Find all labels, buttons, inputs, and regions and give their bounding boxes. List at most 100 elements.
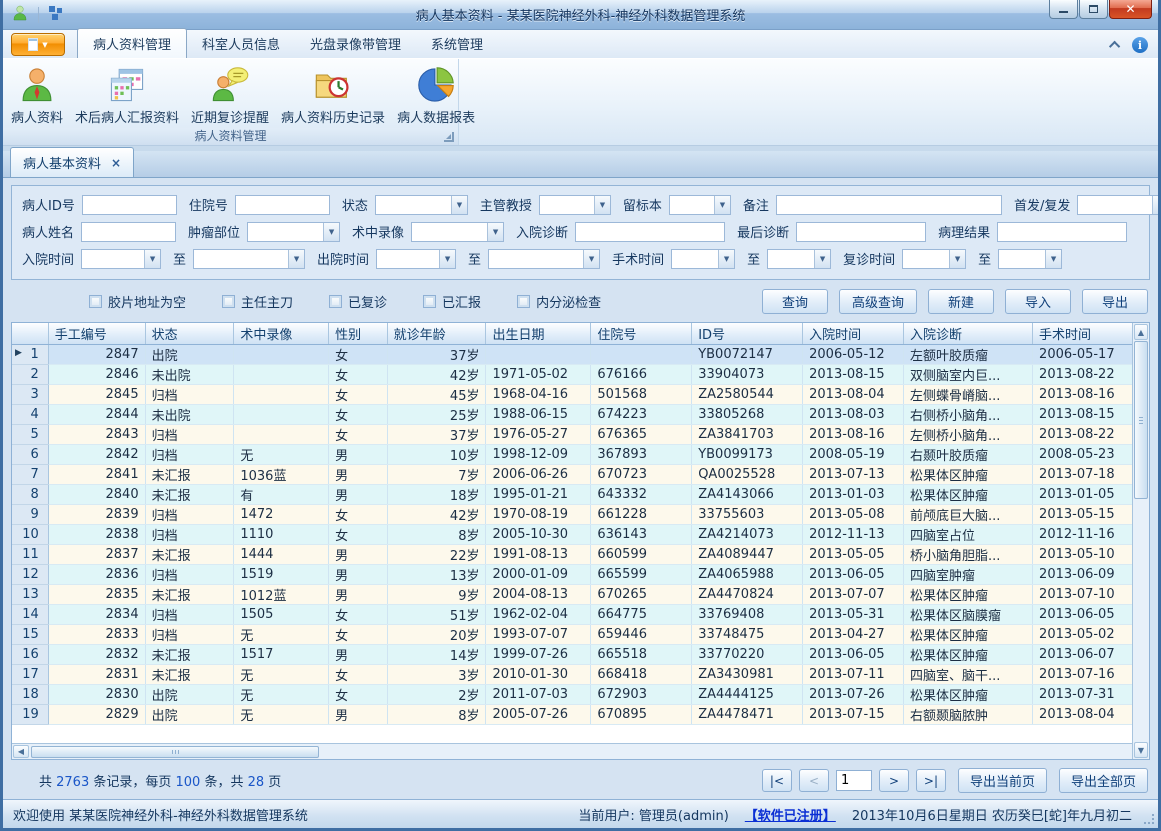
grid-cell[interactable]: 归档 bbox=[145, 384, 234, 404]
grid-cell[interactable]: 2830 bbox=[48, 684, 145, 704]
grid-cell[interactable]: 33904073 bbox=[692, 364, 803, 384]
grid-cell[interactable]: 2832 bbox=[48, 644, 145, 664]
grid-cell[interactable]: 2840 bbox=[48, 484, 145, 504]
grid-cell[interactable]: 42岁 bbox=[387, 364, 486, 384]
grid-cell[interactable]: 1995-01-21 bbox=[486, 484, 591, 504]
first-page-button[interactable]: |< bbox=[762, 769, 792, 792]
filter-input[interactable] bbox=[796, 222, 926, 242]
filter-combo[interactable]: ▼ bbox=[375, 195, 468, 215]
checkbox-box[interactable] bbox=[423, 295, 436, 308]
grid-cell[interactable]: 2833 bbox=[48, 624, 145, 644]
grid-cell[interactable]: 670723 bbox=[591, 464, 692, 484]
grid-cell[interactable]: 2013-07-11 bbox=[803, 664, 904, 684]
grid-cell[interactable]: 8岁 bbox=[387, 524, 486, 544]
advanced-query-button[interactable]: 高级查询 bbox=[839, 289, 917, 314]
filter-combo[interactable]: ▼ bbox=[193, 249, 305, 269]
grid-cell[interactable]: 643332 bbox=[591, 484, 692, 504]
export-button[interactable]: 导出 bbox=[1082, 289, 1148, 314]
grid-cell[interactable]: 2013-08-16 bbox=[1033, 384, 1132, 404]
grid-cell[interactable] bbox=[234, 344, 329, 364]
table-row[interactable]: 162832未汇报1517男14岁1999-07-266655183377022… bbox=[12, 644, 1132, 664]
grid-cell[interactable]: 松果体区肿瘤 bbox=[903, 644, 1032, 664]
grid-cell[interactable]: 2013-07-26 bbox=[803, 684, 904, 704]
grid-cell[interactable]: 2013-07-15 bbox=[803, 704, 904, 724]
grid-cell[interactable]: 松果体区肿瘤 bbox=[903, 624, 1032, 644]
grid-cell[interactable]: 松果体区肿瘤 bbox=[903, 684, 1032, 704]
grid-cell[interactable]: 2013-05-02 bbox=[1033, 624, 1132, 644]
grid-cell[interactable]: 2829 bbox=[48, 704, 145, 724]
grid-cell[interactable]: 2844 bbox=[48, 404, 145, 424]
scroll-down-icon[interactable]: ▼ bbox=[1134, 742, 1148, 758]
grid-cell[interactable]: 2845 bbox=[48, 384, 145, 404]
layout-grid-icon[interactable] bbox=[48, 5, 64, 25]
column-header-6[interactable]: 出生日期 bbox=[486, 323, 591, 344]
grid-cell[interactable]: 2013-07-07 bbox=[803, 584, 904, 604]
tab-patient-basic-info[interactable]: 病人基本资料 × bbox=[10, 147, 134, 177]
grid-cell[interactable]: 659446 bbox=[591, 624, 692, 644]
grid-cell[interactable]: 四脑室、脑干... bbox=[903, 664, 1032, 684]
column-header-7[interactable]: 住院号 bbox=[591, 323, 692, 344]
grid-cell[interactable]: 1036蓝 bbox=[234, 464, 329, 484]
column-header-9[interactable]: 入院时间 bbox=[803, 323, 904, 344]
grid-cell[interactable]: 42岁 bbox=[387, 504, 486, 524]
grid-cell[interactable]: 1962-02-04 bbox=[486, 604, 591, 624]
filter-combo[interactable]: ▼ bbox=[669, 195, 731, 215]
table-row[interactable]: 182830出院无女2岁2011-07-03672903ZA4444125201… bbox=[12, 684, 1132, 704]
filter-combo[interactable]: ▼ bbox=[539, 195, 611, 215]
grid-cell[interactable] bbox=[591, 344, 692, 364]
grid-cell[interactable]: 未汇报 bbox=[145, 644, 234, 664]
dropdown-arrow-icon[interactable]: ▼ bbox=[487, 223, 503, 241]
dropdown-arrow-icon[interactable]: ▼ bbox=[718, 250, 734, 268]
grid-cell[interactable]: 松果体区肿瘤 bbox=[903, 464, 1032, 484]
checkbox-1[interactable]: 主任主刀 bbox=[222, 292, 293, 311]
grid-cell[interactable]: 1999-07-26 bbox=[486, 644, 591, 664]
grid-cell[interactable]: 无 bbox=[234, 444, 329, 464]
grid-cell[interactable]: 672903 bbox=[591, 684, 692, 704]
grid-cell[interactable]: 1988-06-15 bbox=[486, 404, 591, 424]
grid-cell[interactable]: 37岁 bbox=[387, 424, 486, 444]
grid-cell[interactable]: 10岁 bbox=[387, 444, 486, 464]
dropdown-arrow-icon[interactable]: ▼ bbox=[583, 250, 599, 268]
grid-cell[interactable]: 20岁 bbox=[387, 624, 486, 644]
grid-cell[interactable]: 2013-08-22 bbox=[1033, 364, 1132, 384]
dropdown-arrow-icon[interactable]: ▼ bbox=[1152, 196, 1161, 214]
dropdown-arrow-icon[interactable]: ▼ bbox=[439, 250, 455, 268]
grid-cell[interactable]: 男 bbox=[329, 584, 387, 604]
grid-cell[interactable]: 2岁 bbox=[387, 684, 486, 704]
filter-combo[interactable]: ▼ bbox=[411, 222, 504, 242]
dropdown-arrow-icon[interactable]: ▼ bbox=[288, 250, 304, 268]
filter-combo[interactable]: ▼ bbox=[376, 249, 456, 269]
grid-cell[interactable]: 松果体区肿瘤 bbox=[903, 584, 1032, 604]
dropdown-arrow-icon[interactable]: ▼ bbox=[714, 196, 730, 214]
grid-cell[interactable]: 13岁 bbox=[387, 564, 486, 584]
grid-cell[interactable]: 男 bbox=[329, 544, 387, 564]
grid-cell[interactable]: 四脑室肿瘤 bbox=[903, 564, 1032, 584]
grid-cell[interactable]: 3岁 bbox=[387, 664, 486, 684]
grid-cell[interactable]: 636143 bbox=[591, 524, 692, 544]
grid-cell[interactable]: 14岁 bbox=[387, 644, 486, 664]
grid-cell[interactable]: 2838 bbox=[48, 524, 145, 544]
grid-cell[interactable]: 男 bbox=[329, 464, 387, 484]
grid-cell[interactable]: ZA4470824 bbox=[692, 584, 803, 604]
grid-cell[interactable]: 出院 bbox=[145, 684, 234, 704]
filter-combo[interactable]: ▼ bbox=[488, 249, 600, 269]
column-header-1[interactable]: 手工编号 bbox=[48, 323, 145, 344]
vertical-scroll-thumb[interactable] bbox=[1134, 341, 1148, 499]
grid-cell[interactable]: 女 bbox=[329, 524, 387, 544]
grid-cell[interactable] bbox=[234, 364, 329, 384]
grid-cell[interactable]: 2836 bbox=[48, 564, 145, 584]
grid-cell[interactable]: 出院 bbox=[145, 704, 234, 724]
grid-cell[interactable]: 2847 bbox=[48, 344, 145, 364]
checkbox-box[interactable] bbox=[89, 295, 102, 308]
filter-input[interactable] bbox=[997, 222, 1127, 242]
grid-cell[interactable]: 33805268 bbox=[692, 404, 803, 424]
grid-cell[interactable]: 1110 bbox=[234, 524, 329, 544]
grid-cell[interactable]: ZA3841703 bbox=[692, 424, 803, 444]
grid-cell[interactable] bbox=[234, 384, 329, 404]
application-menu-button[interactable]: ▼ bbox=[11, 33, 65, 56]
close-button[interactable]: ✕ bbox=[1109, 0, 1152, 19]
grid-cell[interactable]: 25岁 bbox=[387, 404, 486, 424]
grid-cell[interactable]: 37岁 bbox=[387, 344, 486, 364]
filter-input[interactable] bbox=[776, 195, 1002, 215]
grid-cell[interactable]: 未汇报 bbox=[145, 464, 234, 484]
